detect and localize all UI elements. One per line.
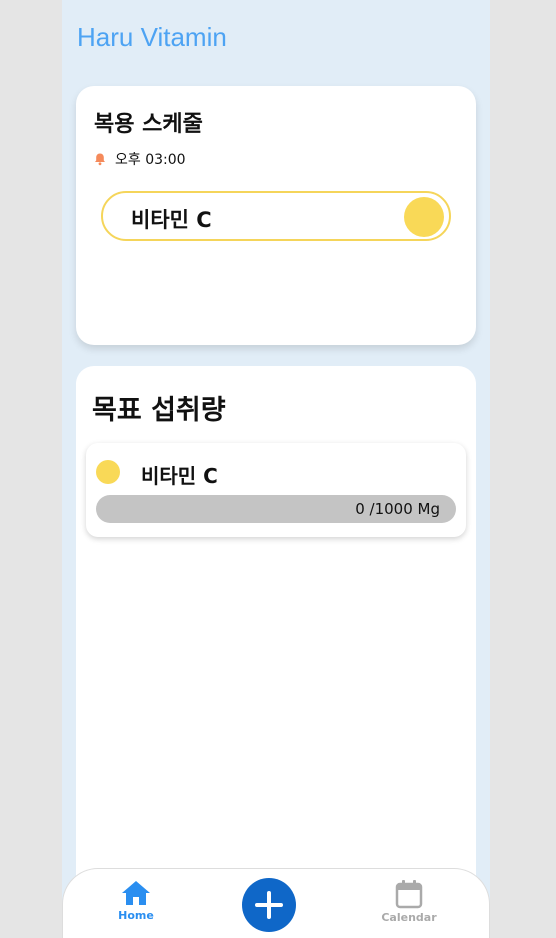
alarm-time: 오후 03:00 (115, 152, 186, 168)
tab-home[interactable]: Home (106, 879, 166, 922)
tab-calendar[interactable]: Calendar (379, 879, 439, 924)
goal-item-vitamin-c[interactable]: 비타민 C 0 /1000 Mg (86, 443, 466, 537)
bottom-tab-bar: Home Calendar (62, 868, 490, 938)
color-dot (96, 460, 120, 484)
calendar-icon (395, 880, 423, 909)
tab-home-label: Home (118, 909, 154, 922)
goal-item-name: 비타민 C (141, 464, 218, 488)
vitamin-c-toggle[interactable]: 비타민 C (101, 191, 451, 241)
toggle-label: 비타민 C (131, 208, 212, 232)
plus-icon (255, 891, 283, 919)
progress-text: 0 /1000 Mg (355, 500, 440, 518)
home-icon (122, 881, 150, 905)
tab-calendar-label: Calendar (381, 911, 437, 924)
goal-card: 목표 섭취량 비타민 C 0 /1000 Mg (76, 366, 476, 938)
intake-progress-bar: 0 /1000 Mg (96, 495, 456, 523)
app-screen: Haru Vitamin 복용 스케줄 오후 03:00 비타민 C 목표 섭취… (62, 0, 490, 938)
alarm-time-row: 오후 03:00 (93, 149, 186, 169)
schedule-card: 복용 스케줄 오후 03:00 비타민 C (76, 86, 476, 345)
schedule-heading: 복용 스케줄 (94, 112, 203, 137)
add-button[interactable] (242, 878, 296, 932)
app-title: Haru Vitamin (77, 22, 227, 52)
toggle-knob[interactable] (404, 197, 444, 237)
bell-icon (93, 152, 107, 166)
goal-heading: 목표 섭취량 (92, 395, 226, 426)
